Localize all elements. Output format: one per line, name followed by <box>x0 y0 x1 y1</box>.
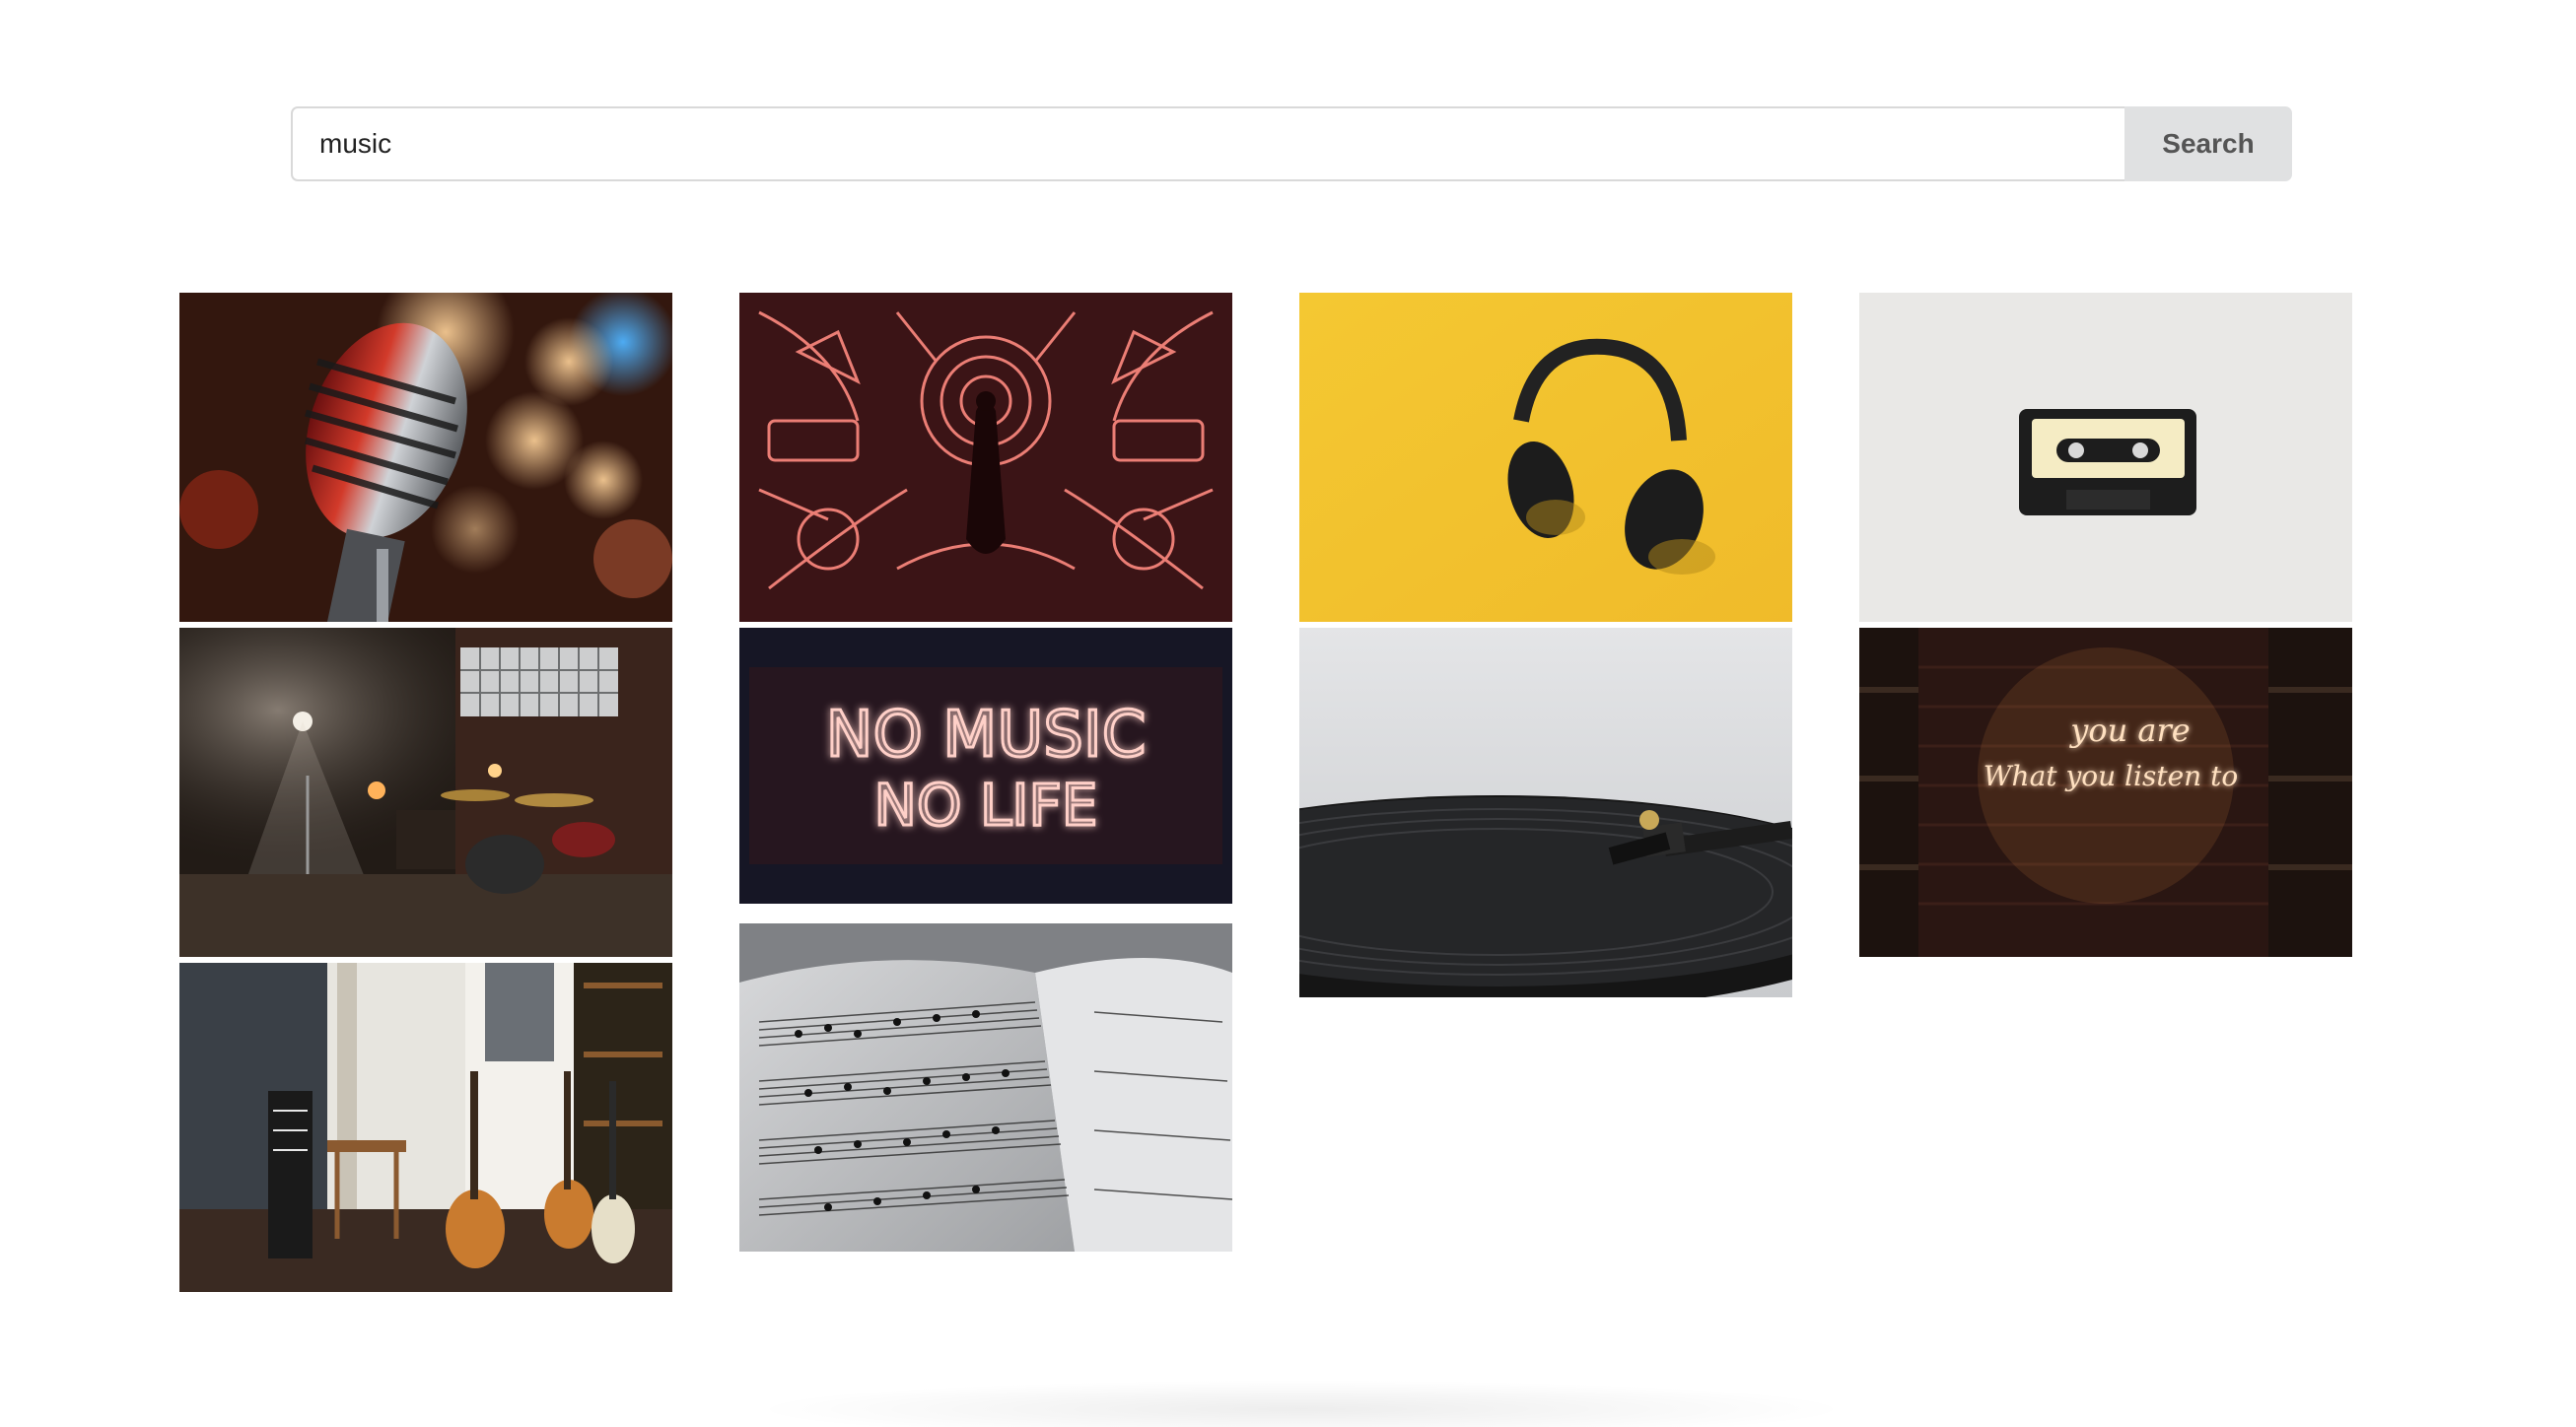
gallery-image-headphones[interactable] <box>1299 293 1792 622</box>
gallery-image-neon-sign-no-music[interactable]: NO MUSIC NO LIFE <box>739 628 1232 904</box>
gallery-image-cassette[interactable] <box>1859 293 2352 622</box>
gallery-image-microphone[interactable] <box>179 293 672 622</box>
neon-sign-line1: NO MUSIC <box>826 699 1147 772</box>
neon-sign-line1: you are <box>2068 712 2190 749</box>
page: Search <box>0 0 2576 1427</box>
gallery-image-home-studio[interactable] <box>179 963 672 1292</box>
bottom-shadow <box>749 1380 1853 1427</box>
gallery-image-sheet-music[interactable] <box>739 923 1232 1252</box>
neon-sign-line2: What you listen to <box>1984 760 2238 792</box>
gallery-image-neon-sign-you-are[interactable]: you are What you listen to <box>1859 628 2352 957</box>
gallery-image-turntable[interactable] <box>1299 628 1792 997</box>
neon-sign-line2: NO LIFE <box>874 772 1098 839</box>
image-gallery: NO MUSIC NO LIFE you are What you listen… <box>0 0 2576 1427</box>
gallery-image-studio-drums[interactable] <box>179 628 672 957</box>
gallery-image-neon-instruments[interactable] <box>739 293 1232 622</box>
